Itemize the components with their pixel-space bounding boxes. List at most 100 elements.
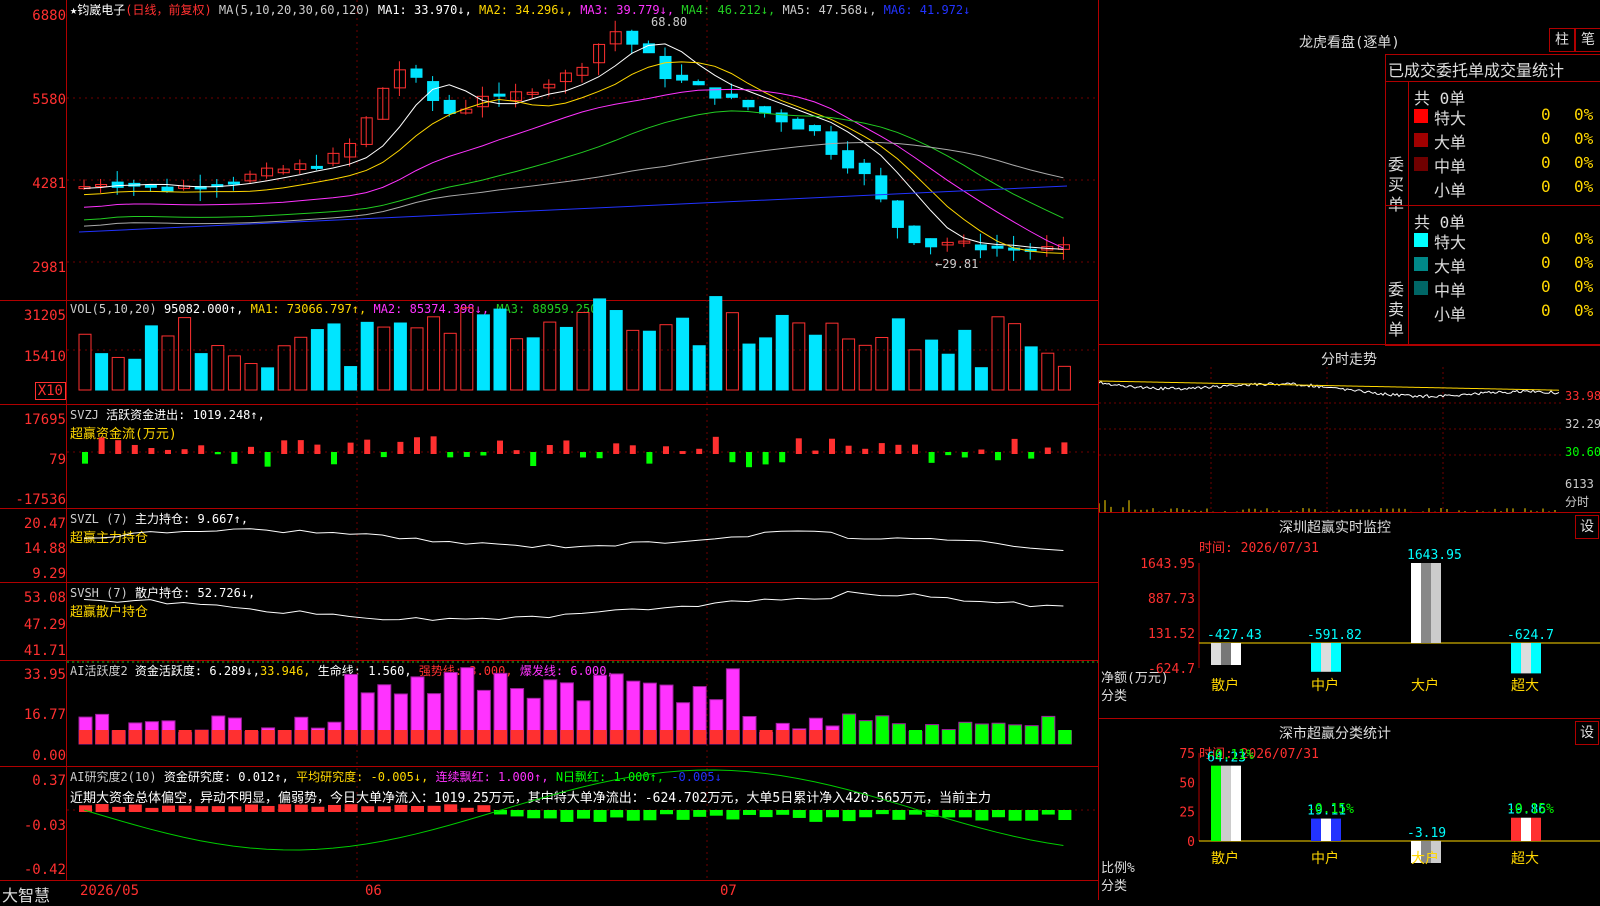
- lhb-box: 已成交委托单成交量统计 委买单 共 0单 委卖单 共 0单 特大 0 0% 大单 0 0%…: [1385, 54, 1600, 346]
- y-tick: -624.7: [1148, 662, 1195, 677]
- activity-base: [1058, 730, 1072, 744]
- candle: [925, 238, 938, 248]
- activity-base: [610, 730, 624, 744]
- candle: [493, 93, 506, 97]
- intraday-panel[interactable]: 分时走势 33.98 32.29 30.60 6133 分时: [1099, 344, 1600, 513]
- flow-bar: [712, 436, 719, 454]
- category-bar: [1311, 818, 1321, 841]
- lhb-tabs[interactable]: 已成交委托单成交量统计: [1388, 57, 1564, 81]
- volume-bar: [211, 345, 225, 391]
- intraday-price-line: [1099, 380, 1560, 399]
- retail-holding-line: [83, 591, 1064, 621]
- activity-base: [527, 730, 541, 744]
- candle: [144, 184, 157, 188]
- flow-bar: [978, 449, 985, 454]
- kline-ytick: 6880: [32, 8, 66, 24]
- category-bar: [1321, 818, 1331, 841]
- chart-canvas[interactable]: 68.80 ←29.81: [67, 0, 1098, 880]
- candle: [991, 245, 1004, 249]
- bar-mode-button[interactable]: 柱: [1549, 28, 1575, 52]
- category-bar: [1211, 765, 1221, 841]
- activity-base: [1008, 730, 1022, 744]
- flow-bar: [463, 452, 470, 457]
- activity-base: [278, 730, 292, 744]
- activity-base: [693, 730, 707, 744]
- activity-base: [1025, 730, 1039, 744]
- category-bar: [1331, 818, 1341, 841]
- flow-bar: [264, 452, 271, 467]
- activity-base: [145, 730, 159, 744]
- activity-base: [958, 730, 972, 744]
- bar-value-label: 1643.95: [1407, 548, 1462, 563]
- bar-value-label: -3.19: [1407, 826, 1446, 841]
- candle: [427, 81, 440, 101]
- row-value: 0: [1541, 277, 1551, 296]
- activity-base: [859, 730, 873, 744]
- candle: [742, 99, 755, 108]
- flow-bar: [281, 440, 288, 454]
- research-bar: [195, 806, 209, 812]
- research-bar: [278, 804, 292, 812]
- flow-bar: [331, 452, 337, 465]
- category-label: 中户: [1311, 677, 1339, 694]
- candle: [792, 118, 805, 130]
- flow-bar: [198, 445, 205, 454]
- flow-bar: [762, 452, 769, 465]
- candle: [858, 162, 871, 175]
- research-bar: [560, 810, 574, 822]
- flow-bar: [231, 452, 238, 464]
- volume-bar: [460, 307, 474, 391]
- candle: [759, 106, 772, 114]
- research-bar: [112, 806, 126, 812]
- research-bar: [577, 810, 590, 819]
- activity-base: [560, 730, 574, 744]
- activity-base: [510, 730, 524, 744]
- kline-ytick: 2981: [32, 260, 66, 276]
- svzl-ytick: 14.88: [23, 541, 66, 557]
- category-bar: [1221, 643, 1231, 665]
- flow-bar: [115, 440, 122, 454]
- volume-bar: [1024, 346, 1038, 391]
- category-bar: [1521, 643, 1531, 674]
- activity-base: [892, 730, 906, 744]
- candle: [725, 93, 738, 98]
- activity-base: [245, 730, 258, 744]
- legend-swatch: [1414, 305, 1428, 319]
- volume-bar: [244, 363, 258, 391]
- candle: [676, 74, 689, 81]
- volume-bar: [842, 338, 856, 391]
- research-bar: [776, 810, 790, 815]
- row-value: 0: [1541, 301, 1551, 320]
- buy-side-label: 委买单: [1388, 155, 1405, 214]
- activity-base: [411, 730, 424, 744]
- tick-mode-button[interactable]: 笔: [1575, 28, 1600, 52]
- flow-bar: [181, 449, 188, 454]
- monitor-panel[interactable]: 深圳超赢实时监控 设 时间: 2026/07/31 净额(万元) 分类 1643…: [1099, 512, 1600, 719]
- activity-base: [992, 730, 1005, 744]
- volume-bar: [692, 345, 706, 391]
- research-bar: [660, 810, 673, 815]
- volume-bar: [543, 321, 557, 391]
- volume-bar: [510, 338, 524, 391]
- flow-bar: [961, 452, 968, 458]
- category-bar: [1231, 765, 1241, 841]
- flow-bar: [380, 452, 387, 458]
- classify-panel[interactable]: 深市超赢分类统计 设 时间: 2026/07/31 比例% 分类 75 50 25 0…: [1099, 718, 1600, 901]
- category-bar: [1531, 643, 1541, 674]
- activity-base: [344, 730, 358, 744]
- kline-ytick: 4281: [32, 176, 66, 192]
- candle: [808, 125, 821, 132]
- volume-bar: [443, 332, 457, 391]
- research-bar: [79, 805, 92, 812]
- volume-bar: [1008, 323, 1022, 391]
- ai2-ytick: 0.37: [32, 773, 66, 789]
- volume-bar: [360, 321, 374, 391]
- flow-bar: [945, 452, 952, 456]
- candle: [908, 225, 921, 244]
- flow-bar: [580, 452, 586, 458]
- category-label: 散户: [1211, 850, 1239, 867]
- row-value: 0: [1541, 153, 1551, 172]
- research-bar: [626, 810, 640, 821]
- ai1-ytick: 16.77: [23, 707, 66, 723]
- bar-value-label: -427.43: [1207, 628, 1262, 643]
